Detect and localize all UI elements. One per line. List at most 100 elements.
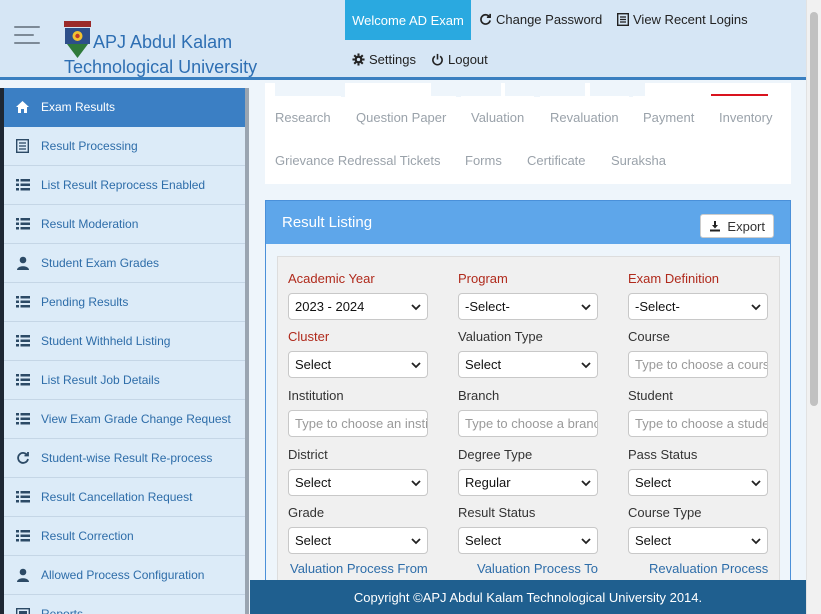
sidebar-item-label: Student-wise Result Re-process <box>41 451 213 465</box>
change-password-link[interactable]: Change Password <box>479 12 602 27</box>
grade-select[interactable]: Select <box>288 527 428 554</box>
sidebar-item-list-result-reprocess-enabled[interactable]: List Result Reprocess Enabled <box>4 166 245 205</box>
sidebar-item-label: Result Moderation <box>41 217 139 231</box>
institution-input[interactable]: Type to choose an institution <box>288 410 428 437</box>
sidebar-item-label: Reports <box>41 607 84 614</box>
degree-type-select[interactable]: Regular <box>458 469 598 496</box>
degree-type-field: Degree Type Regular <box>458 446 598 496</box>
list-icon <box>4 530 41 542</box>
grade-field: Grade Select <box>288 504 428 554</box>
sidebar-item-label: Pending Results <box>41 295 129 309</box>
menu-toggle-icon[interactable] <box>14 24 40 48</box>
sidebar-item-allowed-process-configuration[interactable]: Allowed Process Configuration <box>4 556 245 595</box>
logout-link[interactable]: Logout <box>431 52 488 67</box>
program-field: Program -Select- <box>458 270 598 320</box>
course-label: Course <box>628 329 670 344</box>
course-type-select[interactable]: Select <box>628 527 768 554</box>
user-icon <box>4 568 41 582</box>
sidebar-item-result-cancellation-request[interactable]: Result Cancellation Request <box>4 478 245 517</box>
refresh-icon <box>4 451 41 465</box>
course-input[interactable]: Type to choose a course <box>628 351 768 378</box>
tab-certificate[interactable]: Certificate <box>517 139 596 182</box>
tab-question-paper[interactable]: Question Paper <box>346 96 457 139</box>
chevron-down-icon <box>581 480 591 487</box>
sidebar-item-student-withheld-listing[interactable]: Student Withheld Listing <box>4 322 245 361</box>
tab-revaluation[interactable]: Revaluation <box>540 96 629 139</box>
tab-forms[interactable]: Forms <box>455 139 512 182</box>
program-value: -Select- <box>465 299 510 314</box>
tab-research[interactable]: Research <box>265 96 341 139</box>
refresh-icon <box>480 13 491 25</box>
cluster-value: Select <box>295 357 332 372</box>
welcome-button[interactable]: Welcome AD Exam <box>345 0 471 40</box>
export-label: Export <box>727 218 765 234</box>
exam-definition-label: Exam Definition <box>628 271 720 286</box>
chevron-down-icon <box>411 538 421 545</box>
exam-definition-select[interactable]: -Select- <box>628 293 768 320</box>
sidebar-item-student-exam-grades[interactable]: Student Exam Grades <box>4 244 245 283</box>
valuation-type-label: Valuation Type <box>458 329 543 344</box>
settings-link[interactable]: Settings <box>352 52 416 67</box>
sidebar-item-label: Result Processing <box>41 139 138 153</box>
cluster-field: Cluster Select <box>288 328 428 378</box>
valuation-type-select[interactable]: Select <box>458 351 598 378</box>
list-icon <box>4 218 41 230</box>
chevron-down-icon <box>411 362 421 369</box>
tab-inventory[interactable]: Inventory <box>709 96 783 139</box>
power-icon <box>432 53 443 66</box>
branch-input[interactable]: Type to choose a branch <box>458 410 598 437</box>
district-select[interactable]: Select <box>288 469 428 496</box>
result-status-field: Result Status Select <box>458 504 598 554</box>
module-tabs: Research Question Paper Valuation Revaluati… <box>265 83 791 184</box>
sidebar-item-label: Student Exam Grades <box>41 256 160 270</box>
sidebar-item-student-wise-result-re-process[interactable]: Student-wise Result Re-process <box>4 439 245 478</box>
result-status-value: Select <box>465 533 502 548</box>
list-icon <box>4 335 41 347</box>
brand-name[interactable]: APJ Abdul Kalam Technological University <box>64 30 294 80</box>
sidebar-item-view-exam-grade-change-request[interactable]: View Exam Grade Change Request <box>4 400 245 439</box>
cluster-label: Cluster <box>288 329 330 344</box>
sidebar-item-label: Result Cancellation Request <box>41 490 193 504</box>
sidebar-scrollbar[interactable] <box>245 88 249 614</box>
program-select[interactable]: -Select- <box>458 293 598 320</box>
sidebar-item-reports[interactable]: Reports <box>4 595 245 614</box>
result-listing-panel: Result Listing Export Academic Year 2023… <box>265 200 791 614</box>
sidebar-item-result-processing[interactable]: Result Processing <box>4 127 245 166</box>
sidebar-list: Exam Results Result Processing List Result… <box>4 88 245 614</box>
result-status-select[interactable]: Select <box>458 527 598 554</box>
tab-payment[interactable]: Payment <box>633 96 705 139</box>
academic-year-select[interactable]: 2023 - 2024 <box>288 293 428 320</box>
logout-label: Logout <box>448 52 488 67</box>
sidebar-item-exam-results[interactable]: Exam Results <box>4 88 245 127</box>
list-icon <box>4 374 41 386</box>
tab-valuation[interactable]: Valuation <box>461 96 535 139</box>
sidebar-item-label: View Exam Grade Change Request <box>41 412 231 426</box>
pass-status-value: Select <box>635 475 672 490</box>
page-scrollbar[interactable] <box>806 0 821 614</box>
branch-field: Branch Type to choose a branch <box>458 387 598 437</box>
pass-status-select[interactable]: Select <box>628 469 768 496</box>
result-status-label: Result Status <box>458 505 536 520</box>
document-list-icon <box>4 139 41 153</box>
program-label: Program <box>458 271 508 286</box>
chevron-down-icon <box>411 304 421 311</box>
sidebar-item-pending-results[interactable]: Pending Results <box>4 283 245 322</box>
tab-suraksha[interactable]: Suraksha <box>601 139 676 182</box>
student-input[interactable]: Type to choose a student <box>628 410 768 437</box>
list-box-icon <box>617 13 629 26</box>
sidebar-item-label: List Result Job Details <box>41 373 160 387</box>
sidebar-item-list-result-job-details[interactable]: List Result Job Details <box>4 361 245 400</box>
tab-grievance-redressal-tickets[interactable]: Grievance Redressal Tickets <box>265 139 451 182</box>
course-type-field: Course Type Select <box>628 504 768 554</box>
filter-form: Academic Year 2023 - 2024 Program -Selec… <box>277 256 780 614</box>
cluster-select[interactable]: Select <box>288 351 428 378</box>
list-icon <box>4 296 41 308</box>
pass-status-field: Pass Status Select <box>628 446 768 496</box>
sidebar-item-result-moderation[interactable]: Result Moderation <box>4 205 245 244</box>
sidebar-item-result-correction[interactable]: Result Correction <box>4 517 245 556</box>
scrollbar-thumb[interactable] <box>810 12 818 406</box>
export-button[interactable]: Export <box>700 214 774 238</box>
recent-logins-link[interactable]: View Recent Logins <box>617 12 748 27</box>
chevron-down-icon <box>581 304 591 311</box>
chevron-down-icon <box>581 538 591 545</box>
